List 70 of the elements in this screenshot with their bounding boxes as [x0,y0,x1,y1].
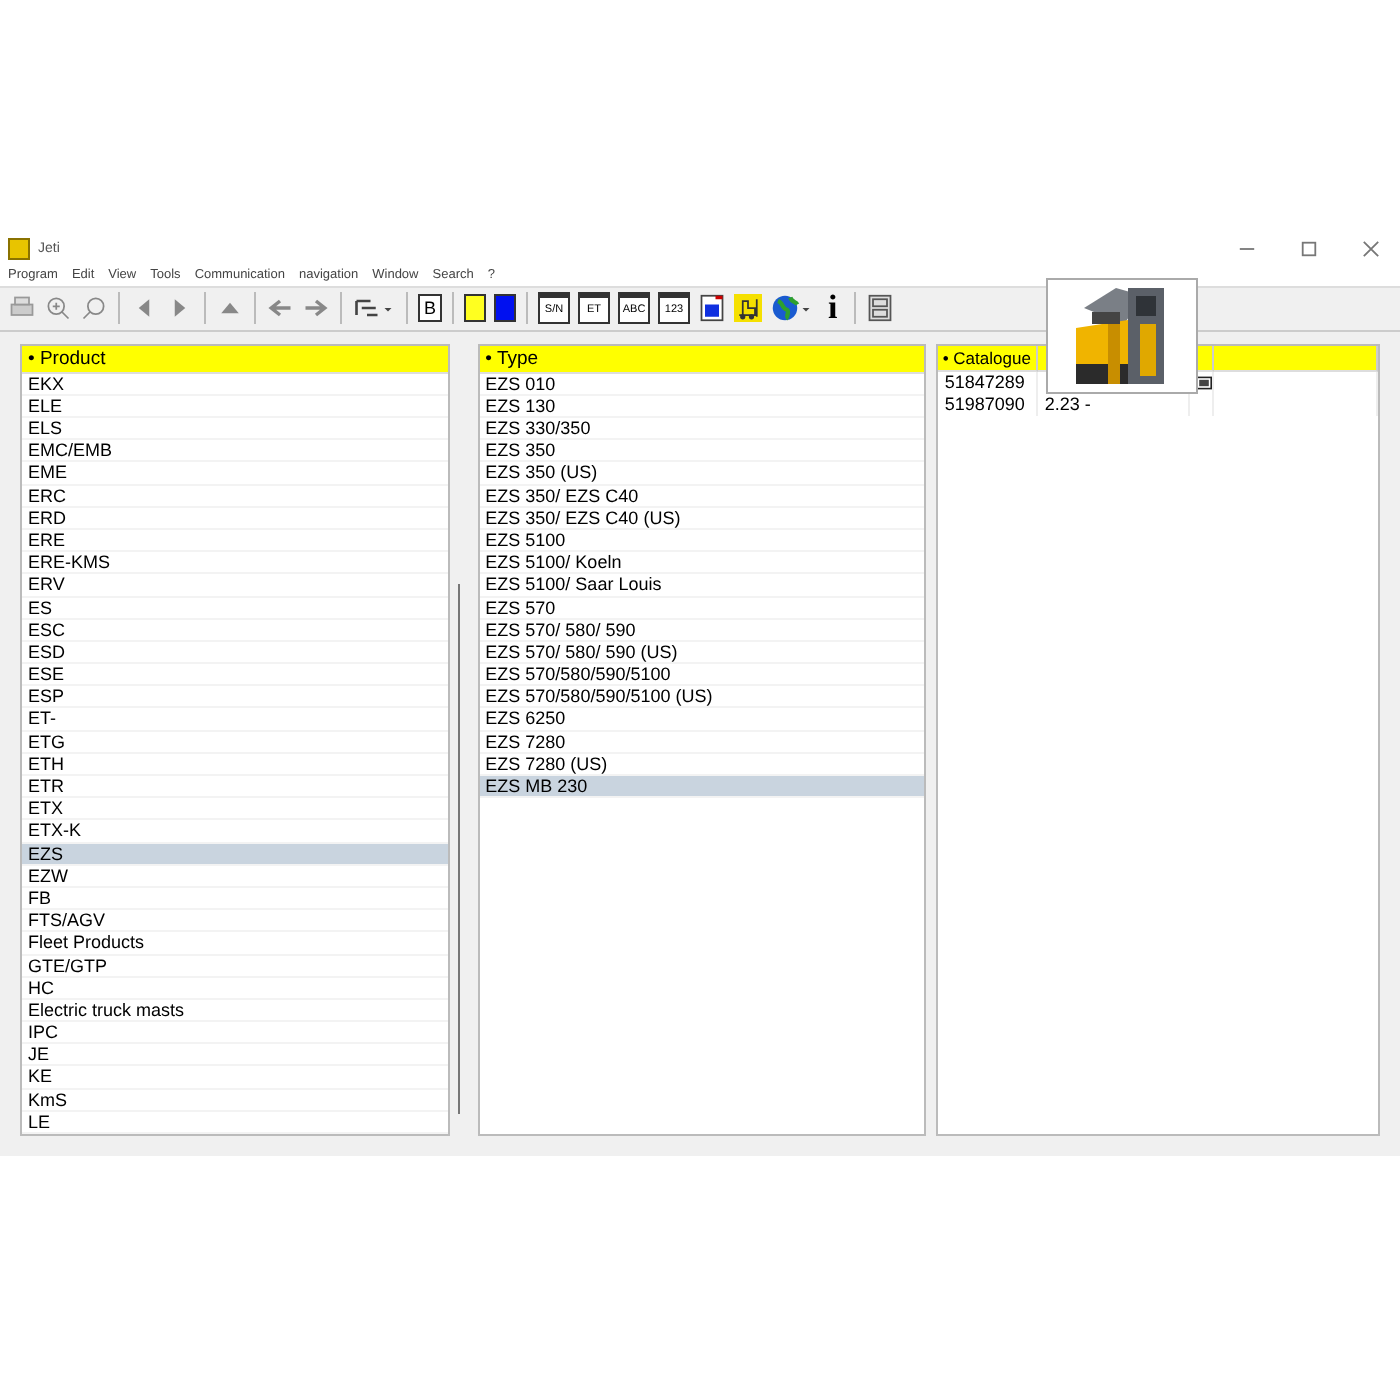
globe-dropdown-icon[interactable] [770,294,815,323]
list-item[interactable]: ETX [22,798,448,821]
list-item[interactable]: HC [22,977,448,1000]
list-item[interactable]: JE [22,1044,448,1067]
list-item[interactable]: ESE [22,664,448,687]
list-item[interactable]: ETH [22,753,448,776]
list-item[interactable]: EZS [22,843,448,866]
table-cell: 51987090 [938,393,1039,416]
column-header[interactable]: • Catalogue [938,345,1039,372]
list-item[interactable]: ERD [22,507,448,530]
list-item[interactable]: ESC [22,619,448,642]
list-item[interactable]: EZW [22,865,448,888]
list-item[interactable]: EME [22,462,448,486]
list-item[interactable]: ET- [22,708,448,732]
list-item[interactable]: EZS 5100/ Koeln [479,552,925,575]
list-item[interactable]: ERV [22,574,448,597]
list-item[interactable]: EZS 350/ EZS C40 [479,485,925,508]
list-item[interactable]: ERE-KMS [22,552,448,575]
list-item[interactable]: EZS 5100 [479,529,925,553]
list-item[interactable]: EZS 570/ 580/ 590 [479,619,925,642]
list-item[interactable]: FTS/AGV [22,910,448,933]
list-item[interactable]: EMC/EMB [22,440,448,463]
list-item[interactable]: KmS [22,1089,448,1112]
search-icon[interactable] [80,294,108,323]
maximize-icon[interactable] [1300,240,1318,259]
list-item[interactable]: EZS 010 [479,373,925,396]
list-item[interactable]: Electric truck masts [22,999,448,1023]
close-icon[interactable] [1362,240,1380,259]
forklift-icon[interactable] [734,294,763,323]
list-item[interactable]: IPC [22,1022,448,1045]
list-item[interactable]: ESP [22,686,448,709]
list-item[interactable]: KE [22,1066,448,1090]
list-item[interactable]: Fleet Products [22,932,448,955]
list-item[interactable]: EZS 350/ EZS C40 (US) [479,507,925,530]
list-item[interactable]: EZS 350 [479,440,925,463]
list-item[interactable]: EZS 570/580/590/5100 [479,664,925,687]
document-icon[interactable] [698,294,727,323]
cabinet-icon[interactable] [865,294,894,323]
list-item[interactable]: ES [22,597,448,620]
list-item[interactable]: EZS 5100/ Saar Louis [479,574,925,597]
list-item[interactable]: ESD [22,641,448,665]
list-item[interactable]: EKX [22,373,448,396]
list-item[interactable]: ELS [22,418,448,441]
list-item[interactable]: EZS 7280 [479,731,925,754]
list-item[interactable]: ELE [22,395,448,418]
list-item[interactable]: EZS 330/350 [479,418,925,441]
fill-swatch-icon[interactable] [494,294,517,323]
app-logo-icon [8,238,30,261]
list-item[interactable]: EZS 570/ 580/ 590 (US) [479,641,925,665]
list-item[interactable]: EZS MB 230 [479,776,925,799]
list-item[interactable]: EZS 570/580/590/5100 (US) [479,686,925,709]
highlight-swatch-icon[interactable] [464,294,487,323]
document-button[interactable]: B [418,294,443,323]
list-item[interactable]: ERC [22,485,448,508]
list-item[interactable]: ETR [22,776,448,799]
list-item[interactable]: ERE [22,529,448,553]
list-item[interactable]: EZS 6250 [479,708,925,732]
list-item[interactable]: FB [22,887,448,911]
list-item[interactable]: ETG [22,731,448,754]
list-item[interactable]: GTE/GTP [22,955,448,978]
zoom-in-icon[interactable] [44,294,72,323]
column-header[interactable]: • Product [22,345,448,374]
list-item[interactable]: EZS 350 (US) [479,462,925,486]
scrollbar-thumb[interactable] [457,583,460,1114]
table-cell: 51847289 [938,371,1039,394]
info-button[interactable]: i [822,292,844,325]
column-header[interactable]: • Type [479,345,925,374]
list-item[interactable]: LE [22,1111,448,1134]
list-item[interactable]: EZS 570 [479,597,925,620]
list-item[interactable]: EZS 130 [479,395,925,418]
